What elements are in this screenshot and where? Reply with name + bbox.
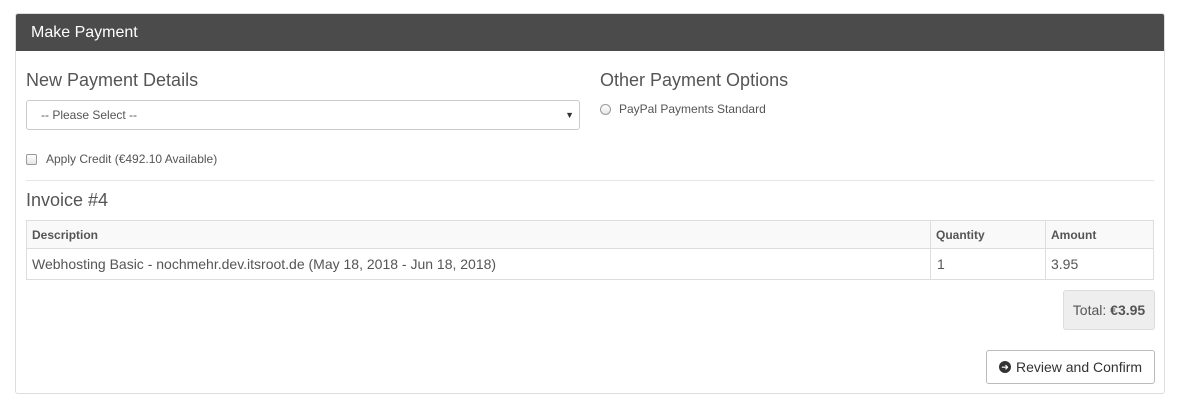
apply-credit-label: Apply Credit (€492.10 Available) xyxy=(46,152,218,166)
apply-credit-option[interactable]: Apply Credit (€492.10 Available) xyxy=(26,152,217,166)
chevron-down-icon: ▼ xyxy=(565,110,574,120)
row-amount: 3.95 xyxy=(1045,248,1154,280)
table-header-row: Description Quantity Amount xyxy=(26,220,1154,249)
column-header-description: Description xyxy=(26,220,931,249)
paypal-option[interactable]: PayPal Payments Standard xyxy=(600,102,766,116)
row-description: Webhosting Basic - nochmehr.dev.itsroot.… xyxy=(26,248,931,280)
payment-method-select[interactable]: -- Please Select -- ▼ xyxy=(26,100,580,130)
make-payment-panel: Make Payment New Payment Details -- Plea… xyxy=(15,13,1165,394)
panel-title: Make Payment xyxy=(16,14,1164,51)
table-row: Webhosting Basic - nochmehr.dev.itsroot.… xyxy=(26,248,1154,280)
paypal-radio[interactable] xyxy=(600,103,611,115)
review-and-confirm-label: Review and Confirm xyxy=(1015,359,1143,375)
section-divider xyxy=(26,180,1154,181)
total-value: €3.95 xyxy=(1110,302,1146,318)
total-box: Total: €3.95 xyxy=(1063,290,1155,330)
column-header-quantity: Quantity xyxy=(930,220,1046,249)
other-payment-heading: Other Payment Options xyxy=(600,70,789,90)
payment-method-select-value: -- Please Select -- xyxy=(41,108,138,122)
review-and-confirm-button[interactable]: ➜ Review and Confirm xyxy=(986,350,1155,384)
row-quantity: 1 xyxy=(930,248,1046,280)
paypal-option-label: PayPal Payments Standard xyxy=(619,102,766,116)
total-label: Total: xyxy=(1072,302,1107,318)
invoice-title: Invoice #4 xyxy=(26,190,109,210)
column-header-amount: Amount xyxy=(1045,220,1154,249)
arrow-circle-right-icon: ➜ xyxy=(998,361,1011,373)
apply-credit-checkbox[interactable] xyxy=(26,153,37,165)
invoice-table: Description Quantity Amount Webhosting B… xyxy=(26,220,1154,280)
new-payment-heading: New Payment Details xyxy=(26,70,199,90)
